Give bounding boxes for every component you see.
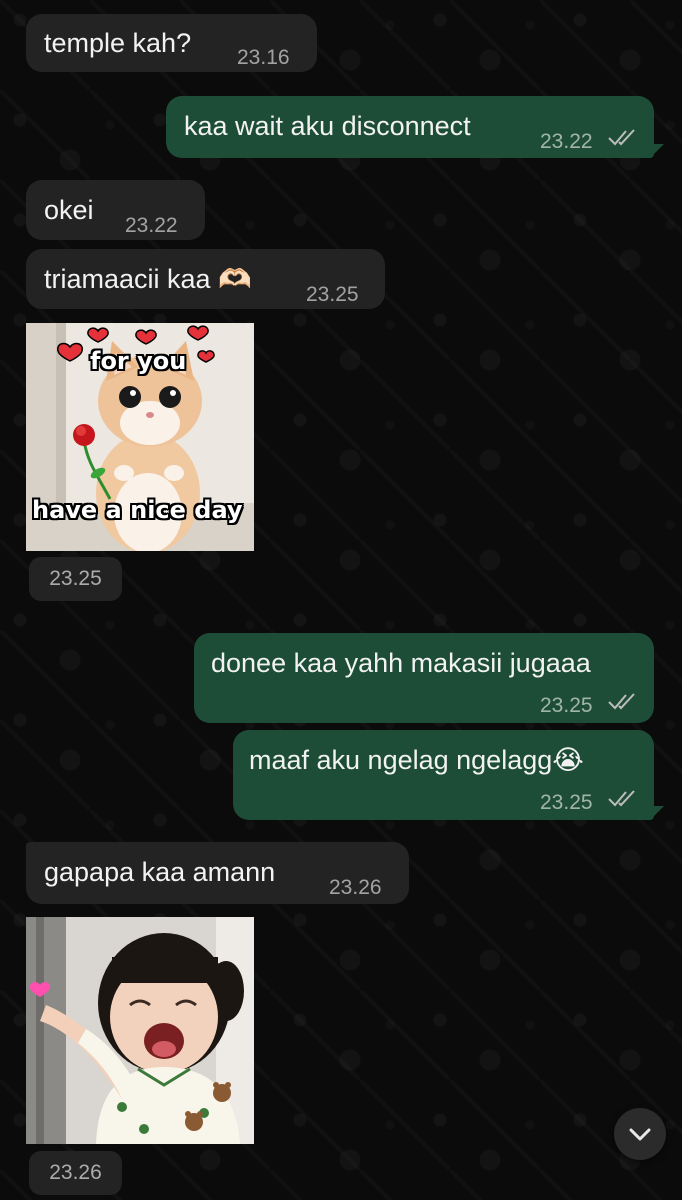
message-text: gapapa kaa amann (44, 857, 276, 887)
sticker-caption-bottom: have a nice day (32, 496, 243, 524)
message-incoming[interactable]: okei 23.22 (26, 180, 205, 240)
message-text: triamaacii kaa 🫶🏻 (44, 264, 252, 294)
bubble-tail (650, 806, 664, 820)
sticker-time: 23.25 (29, 557, 122, 601)
message-incoming[interactable]: gapapa kaa amann 23.26 (26, 842, 409, 904)
message-outgoing[interactable]: maaf aku ngelag ngelagg😭 23.25 (233, 730, 654, 820)
message-text: temple kah? (44, 28, 192, 58)
message-outgoing[interactable]: donee kaa yahh makasii jugaaa 23.25 (194, 633, 654, 723)
message-text: maaf aku ngelag ngelagg😭 (249, 745, 584, 775)
double-check-icon (608, 693, 635, 710)
double-check-icon (608, 790, 635, 807)
sticker-caption-top: for you (90, 347, 187, 375)
message-text: donee kaa yahh makasii jugaaa (211, 648, 591, 678)
chevron-down-icon (629, 1128, 651, 1141)
message-time: 23.26 (49, 1161, 102, 1184)
message-incoming[interactable]: temple kah? 23.16 (26, 14, 317, 72)
sticker-image[interactable]: for you have a nice day (26, 323, 254, 551)
message-time: 23.26 (329, 876, 382, 899)
sticker-image[interactable] (26, 917, 254, 1144)
message-text: kaa wait aku disconnect (184, 111, 471, 141)
message-incoming[interactable]: triamaacii kaa 🫶🏻 23.25 (26, 249, 385, 309)
message-time: 23.16 (237, 46, 290, 69)
message-time: 23.25 (306, 283, 359, 306)
sticker-time: 23.26 (29, 1151, 122, 1195)
message-outgoing[interactable]: kaa wait aku disconnect 23.22 (166, 96, 654, 158)
message-time: 23.25 (540, 791, 593, 814)
girl-photo (26, 917, 254, 1144)
message-time: 23.25 (49, 567, 102, 590)
scroll-to-bottom-button[interactable] (614, 1108, 666, 1160)
message-text: okei (44, 195, 94, 225)
chat-background: temple kah? 23.16 kaa wait aku disconnec… (0, 0, 682, 1200)
bubble-tail (650, 144, 664, 158)
double-check-icon (608, 129, 635, 146)
message-time: 23.22 (125, 214, 178, 237)
message-time: 23.22 (540, 130, 593, 153)
message-time: 23.25 (540, 694, 593, 717)
